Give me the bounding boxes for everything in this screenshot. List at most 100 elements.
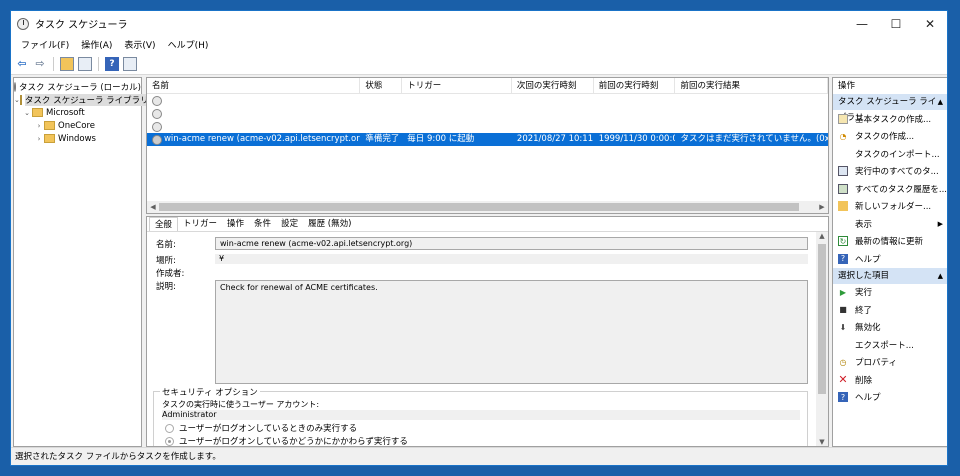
- help-icon: ?: [838, 392, 848, 403]
- toolbar-divider: [53, 56, 54, 71]
- column-status[interactable]: 状態: [360, 78, 403, 93]
- task-row-selected[interactable]: win-acme renew (acme-v02.api.letsencrypt…: [147, 133, 828, 146]
- status-bar: 選択されたタスク ファイルからタスクを作成します。: [11, 447, 947, 465]
- column-last-run[interactable]: 前回の実行時刻: [594, 78, 676, 93]
- column-next-run[interactable]: 次回の実行時刻: [512, 78, 594, 93]
- scroll-thumb[interactable]: [159, 203, 799, 211]
- refresh-icon: ↻: [838, 236, 848, 247]
- column-last-result[interactable]: 前回の実行結果: [675, 78, 828, 93]
- scroll-left-icon[interactable]: ◀: [147, 203, 159, 211]
- show-action-pane-icon[interactable]: [123, 56, 137, 71]
- expand-chevron-icon[interactable]: ›: [34, 135, 44, 143]
- close-button[interactable]: ✕: [913, 11, 947, 36]
- back-arrow-icon[interactable]: ⇦: [15, 57, 29, 71]
- action-label: 実行: [855, 288, 873, 299]
- scroll-thumb[interactable]: [818, 244, 826, 394]
- actions-title: 操作: [833, 78, 947, 94]
- tree-item-label: OneCore: [58, 120, 95, 131]
- tab-actions[interactable]: 操作: [222, 217, 249, 231]
- action-delete[interactable]: ✕ 削除: [833, 371, 947, 389]
- window-title: タスク スケジューラ: [35, 20, 128, 31]
- menu-action[interactable]: 操作(A): [75, 38, 118, 51]
- task-row[interactable]: [147, 107, 828, 120]
- task-last-run: 1999/11/30 0:00:00: [598, 134, 676, 144]
- horizontal-scrollbar[interactable]: ◀ ▶: [147, 201, 828, 213]
- action-new-folder[interactable]: 新しいフォルダー...: [833, 198, 947, 216]
- help-icon[interactable]: ?: [105, 56, 119, 71]
- action-help[interactable]: ? ヘルプ: [833, 250, 947, 268]
- clock-app-icon: [17, 17, 29, 30]
- tab-conditions[interactable]: 条件: [249, 217, 276, 231]
- menu-view[interactable]: 表示(V): [118, 38, 161, 51]
- show-hide-pane-icon[interactable]: [78, 56, 92, 71]
- scroll-up-icon[interactable]: ▲: [816, 232, 828, 240]
- security-options-legend: セキュリティ オプション: [160, 386, 260, 398]
- radio-whether-logged-on[interactable]: ユーザーがログオンしているかどうかにかかわらず実行する: [165, 435, 408, 447]
- folder-icon: [44, 121, 55, 130]
- column-trigger[interactable]: トリガー: [402, 78, 512, 93]
- section-selected-item[interactable]: 選択した項目 ▲: [833, 267, 947, 284]
- action-run[interactable]: ▶ 実行: [833, 284, 947, 302]
- section-library[interactable]: タスク スケジューラ ライブラリ ▲: [833, 94, 947, 123]
- running-tasks-icon: [838, 166, 848, 177]
- folder-icon: [838, 201, 848, 212]
- task-icon: [152, 134, 162, 145]
- menu-help[interactable]: ヘルプ(H): [162, 38, 215, 51]
- action-label: すべてのタスク履歴を...: [854, 184, 947, 195]
- forward-arrow-icon[interactable]: ⇨: [33, 57, 47, 71]
- radio-button[interactable]: [165, 423, 174, 433]
- action-end[interactable]: ■ 終了: [833, 301, 947, 319]
- task-detail-pane: 全般 トリガー 操作 条件 設定 履歴 (無効) 名前: win-acme re…: [146, 216, 829, 447]
- radio-button[interactable]: [165, 436, 174, 446]
- tree-item-label: Windows: [58, 133, 96, 144]
- navigation-tree: タスク スケジューラ (ローカル) ⌄ タスク スケジューラ ライブラリ ⌄ M…: [13, 77, 149, 447]
- action-label: 無効化: [855, 323, 881, 334]
- collapse-icon[interactable]: ▲: [938, 268, 943, 284]
- tree-item-microsoft[interactable]: ⌄ Microsoft: [14, 106, 141, 119]
- tab-general[interactable]: 全般: [149, 217, 179, 231]
- column-name[interactable]: 名前: [147, 78, 361, 93]
- scroll-right-icon[interactable]: ▶: [816, 203, 828, 211]
- action-label: ヘルプ: [855, 393, 881, 404]
- action-enable-history[interactable]: すべてのタスク履歴を...: [833, 180, 947, 198]
- action-create-task[interactable]: ◔ タスクの作成...: [833, 128, 947, 146]
- task-status: 準備完了: [365, 134, 400, 144]
- tab-triggers[interactable]: トリガー: [178, 217, 222, 231]
- tree-item-windows[interactable]: › Windows: [14, 132, 141, 145]
- delete-x-icon: ✕: [838, 373, 848, 387]
- folder-icon: [32, 108, 43, 117]
- action-view[interactable]: 表示 ▶: [833, 215, 947, 233]
- action-label: 表示: [855, 219, 873, 230]
- history-icon: [838, 183, 848, 194]
- action-disable[interactable]: ⬇ 無効化: [833, 319, 947, 337]
- radio-logged-on-only[interactable]: ユーザーがログオンしているときのみ実行する: [165, 422, 357, 434]
- action-refresh[interactable]: ↻ 最新の情報に更新: [833, 233, 947, 251]
- tab-history[interactable]: 履歴 (無効): [303, 217, 356, 231]
- blank-icon: [838, 149, 848, 159]
- library-folder-icon: [19, 94, 22, 105]
- maximize-button[interactable]: ☐: [879, 11, 913, 36]
- tree-item-library[interactable]: ⌄ タスク スケジューラ ライブラリ: [14, 93, 149, 106]
- collapse-chevron-icon[interactable]: ⌄: [22, 109, 32, 117]
- section-label: 選択した項目: [838, 270, 890, 281]
- action-display-running[interactable]: 実行中のすべてのタ...: [833, 163, 947, 181]
- tree-item-root[interactable]: タスク スケジューラ (ローカル): [14, 80, 141, 93]
- action-import-task[interactable]: タスクのインポート...: [833, 145, 947, 163]
- tree-item-onecore[interactable]: › OneCore: [14, 119, 141, 132]
- tab-settings[interactable]: 設定: [276, 217, 303, 231]
- scroll-down-icon[interactable]: ▼: [816, 438, 828, 446]
- action-help-selected[interactable]: ? ヘルプ: [833, 389, 947, 407]
- collapse-icon[interactable]: ▲: [938, 94, 943, 110]
- action-label: 削除: [855, 375, 873, 386]
- action-properties[interactable]: ◷ プロパティ: [833, 354, 947, 372]
- minimize-button[interactable]: —: [845, 11, 879, 36]
- action-export[interactable]: エクスポート...: [833, 336, 947, 354]
- task-row[interactable]: [147, 94, 828, 107]
- radio-label: ユーザーがログオンしているかどうかにかかわらず実行する: [179, 437, 408, 447]
- expand-chevron-icon[interactable]: ›: [34, 122, 44, 130]
- vertical-scrollbar[interactable]: ▲ ▼: [816, 232, 828, 446]
- menu-file[interactable]: ファイル(F): [15, 38, 75, 51]
- tree-item-label: タスク スケジューラ ライブラリ: [24, 93, 149, 106]
- up-folder-icon[interactable]: [60, 56, 74, 71]
- task-row[interactable]: [147, 120, 828, 133]
